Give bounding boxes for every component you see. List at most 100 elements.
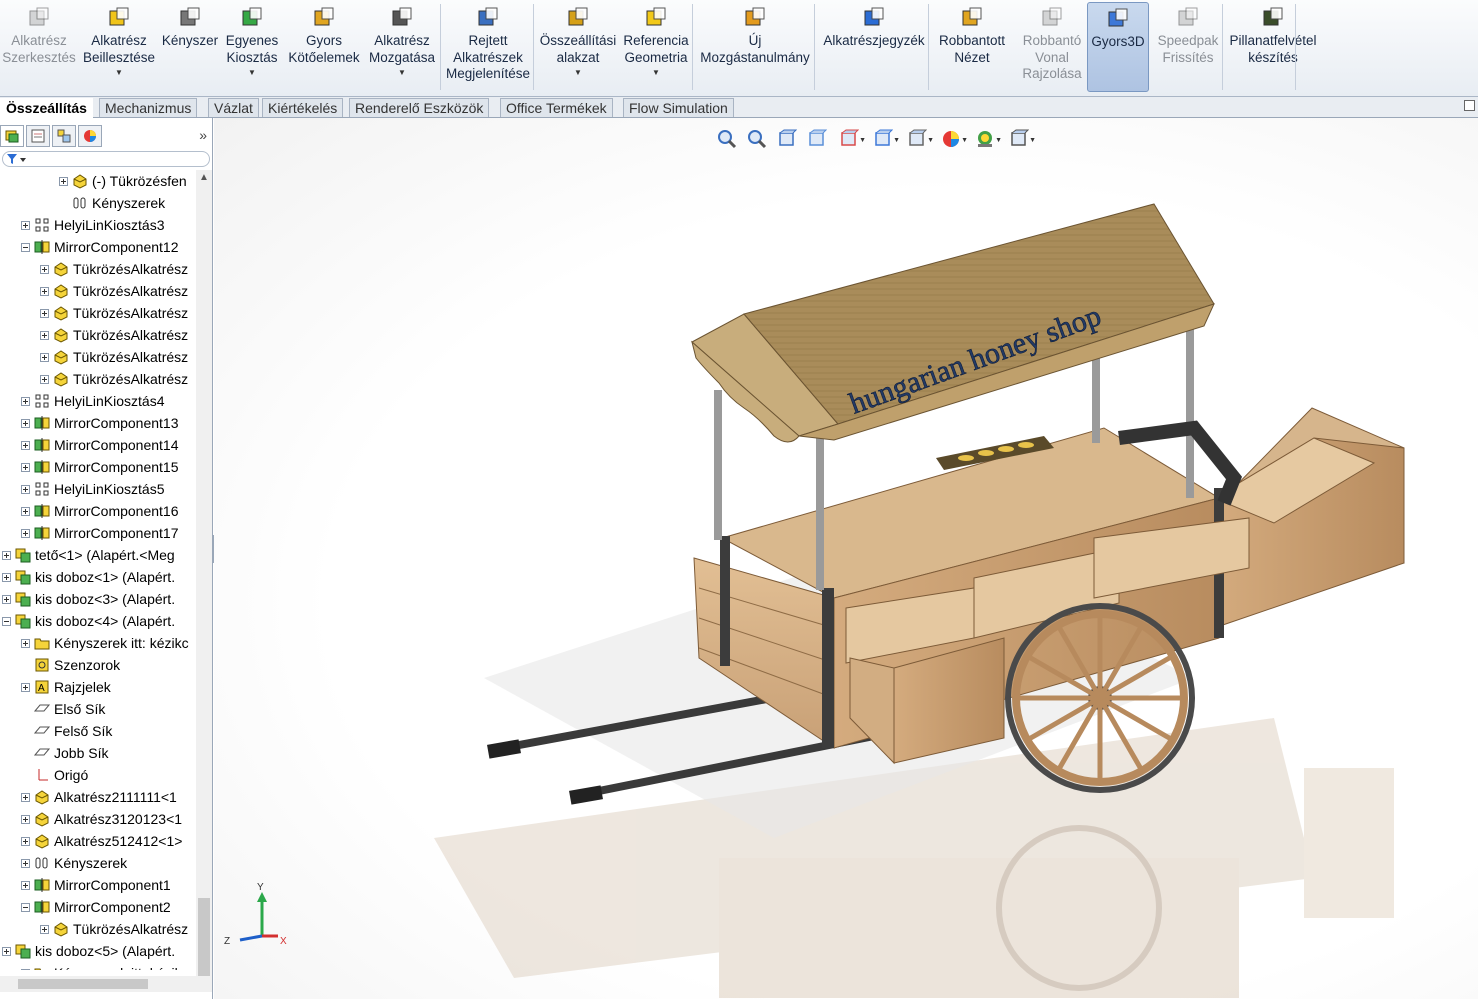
tree-item[interactable]: Origó [21, 764, 88, 786]
feature-manager-tab[interactable] [0, 125, 24, 147]
restore-window-button[interactable] [1464, 100, 1475, 111]
tab-mechanizmus[interactable]: Mechanizmus [99, 98, 198, 117]
tree-item[interactable]: HelyiLinKiosztás3 [21, 214, 165, 236]
expand-icon[interactable] [21, 836, 30, 846]
tab-ki-rt-kel-s[interactable]: Kiértékelés [262, 98, 344, 117]
tree-item[interactable]: HelyiLinKiosztás5 [21, 478, 165, 500]
tree-item[interactable]: Felső Sík [21, 720, 112, 742]
display-manager-tab[interactable] [78, 125, 102, 147]
tree-item[interactable]: Kényszerek [59, 192, 165, 214]
expand-icon[interactable] [40, 286, 49, 296]
expand-icon[interactable] [21, 220, 30, 230]
tree-item[interactable]: MirrorComponent2 [21, 896, 171, 918]
tab-renderel-eszk-z-k[interactable]: Renderelő Eszközök [349, 98, 490, 117]
tree-item[interactable]: TükrözésAlkatrész [40, 280, 188, 302]
tree-horizontal-scrollbar[interactable] [0, 976, 212, 992]
chevron-down-icon[interactable]: ▼ [574, 68, 582, 78]
expand-icon[interactable] [40, 264, 49, 274]
collapse-icon[interactable] [21, 902, 30, 912]
expand-icon[interactable] [59, 176, 68, 186]
explode-line-button[interactable]: Robbantó Vonal Rajzolása [1012, 2, 1092, 92]
tree-filter-field[interactable] [2, 151, 210, 167]
tree-item[interactable]: MirrorComponent1 [21, 874, 171, 896]
tree-item[interactable]: Alkatrész512412<1> [21, 830, 182, 852]
hscroll-thumb[interactable] [18, 979, 148, 989]
chevron-down-icon[interactable]: ▼ [398, 68, 406, 78]
expand-icon[interactable] [40, 308, 49, 318]
bom-button[interactable]: Alkatrészjegyzék [818, 2, 930, 92]
tree-item[interactable]: TükrözésAlkatrész [40, 324, 188, 346]
tree-item[interactable]: Kényszerek [21, 852, 127, 874]
tree-item[interactable]: tető<1> (Alapért.<Meg [2, 544, 175, 566]
expand-icon[interactable] [2, 572, 11, 582]
chevron-down-icon[interactable]: ▼ [115, 68, 123, 78]
tree-item[interactable]: TükrözésAlkatrész [40, 258, 188, 280]
collapse-icon[interactable] [2, 616, 11, 626]
tree-item[interactable]: Alkatrész3120123<1 [21, 808, 182, 830]
expand-icon[interactable] [21, 792, 30, 802]
expand-icon[interactable] [21, 440, 30, 450]
tree-item[interactable]: HelyiLinKiosztás4 [21, 390, 165, 412]
tree-item[interactable]: MirrorComponent12 [21, 236, 179, 258]
tab--ssze-ll-t-s[interactable]: Összeállítás [0, 98, 93, 119]
snapshot-button[interactable]: Pillanatfelvétel készítés [1225, 2, 1321, 92]
tree-item[interactable]: TükrözésAlkatrész [40, 368, 188, 390]
expand-icon[interactable] [21, 506, 30, 516]
tree-item[interactable]: TükrözésAlkatrész [40, 918, 188, 940]
expand-icon[interactable] [21, 858, 30, 868]
tree-item[interactable]: MirrorComponent13 [21, 412, 179, 434]
tab-flow-simulation[interactable]: Flow Simulation [623, 98, 734, 117]
edit-component-button[interactable]: Alkatrész Szerkesztés [2, 2, 76, 92]
tab-v-zlat[interactable]: Vázlat [208, 98, 259, 117]
expand-icon[interactable] [2, 946, 11, 956]
chevron-down-icon[interactable]: ▼ [248, 68, 256, 78]
tree-item[interactable]: Szenzorok [21, 654, 120, 676]
reference-geometry-button[interactable]: Referencia Geometria ▼ [620, 2, 692, 92]
expand-icon[interactable] [21, 396, 30, 406]
motion-study-button[interactable]: Új Mozgástanulmány [696, 2, 814, 92]
expand-icon[interactable] [21, 638, 30, 648]
expand-icon[interactable] [21, 880, 30, 890]
expand-icon[interactable] [40, 374, 49, 384]
tab-office-term-kek[interactable]: Office Termékek [500, 98, 613, 117]
expand-icon[interactable] [40, 924, 49, 934]
speedpak-button[interactable]: Speedpak Frissítés [1153, 2, 1223, 92]
smart-fasteners-button[interactable]: Gyors Kötőelemek [285, 2, 363, 92]
tree-vertical-scrollbar[interactable]: ▲ ▼ [196, 170, 212, 990]
tree-item[interactable]: TükrözésAlkatrész [40, 302, 188, 324]
expand-icon[interactable] [21, 528, 30, 538]
linear-pattern-button[interactable]: Egyenes Kiosztás ▼ [222, 2, 282, 92]
more-tabs-button[interactable]: » [199, 127, 207, 143]
configuration-manager-tab[interactable] [52, 125, 76, 147]
tree-item[interactable]: A Rajzjelek [21, 676, 111, 698]
tree-item[interactable]: MirrorComponent15 [21, 456, 179, 478]
expand-icon[interactable] [21, 462, 30, 472]
tree-item[interactable]: kis doboz<1> (Alapért. [2, 566, 175, 588]
insert-component-button[interactable]: Alkatrész Beillesztése ▼ [80, 2, 158, 92]
tree-item[interactable]: Alkatrész2111111<1 [21, 786, 177, 808]
show-hidden-button[interactable]: Rejtett Alkatrészek Megjelenítése [442, 2, 534, 92]
expand-icon[interactable] [21, 968, 30, 970]
tree-item[interactable]: Kényszerek itt: kézikc [21, 632, 189, 654]
mate-button[interactable]: Kényszer [160, 2, 220, 92]
expand-icon[interactable] [40, 330, 49, 340]
cart-model-view[interactable]: hungarian honey shop Y X Z [214, 118, 1478, 999]
instant3d-button[interactable]: Gyors3D [1087, 2, 1149, 92]
assembly-feature-button[interactable]: Összeállítási alakzat ▼ [537, 2, 619, 92]
tree-item[interactable]: TükrözésAlkatrész [40, 346, 188, 368]
tree-item[interactable]: kis doboz<4> (Alapért. [2, 610, 175, 632]
collapse-icon[interactable] [21, 242, 30, 252]
tree-item[interactable]: kis doboz<3> (Alapért. [2, 588, 175, 610]
expand-icon[interactable] [40, 352, 49, 362]
expand-icon[interactable] [2, 550, 11, 560]
expand-icon[interactable] [21, 814, 30, 824]
property-manager-tab[interactable] [26, 125, 50, 147]
expand-icon[interactable] [21, 682, 30, 692]
tree-item[interactable]: Első Sík [21, 698, 105, 720]
tree-item[interactable]: Jobb Sík [21, 742, 108, 764]
tree-item[interactable]: kis doboz<5> (Alapért. [2, 940, 175, 962]
tree-item[interactable]: MirrorComponent17 [21, 522, 179, 544]
tree-item[interactable]: Kényszerek itt: kézikc [21, 962, 189, 970]
chevron-down-icon[interactable]: ▼ [652, 68, 660, 78]
tree-item[interactable]: MirrorComponent14 [21, 434, 179, 456]
